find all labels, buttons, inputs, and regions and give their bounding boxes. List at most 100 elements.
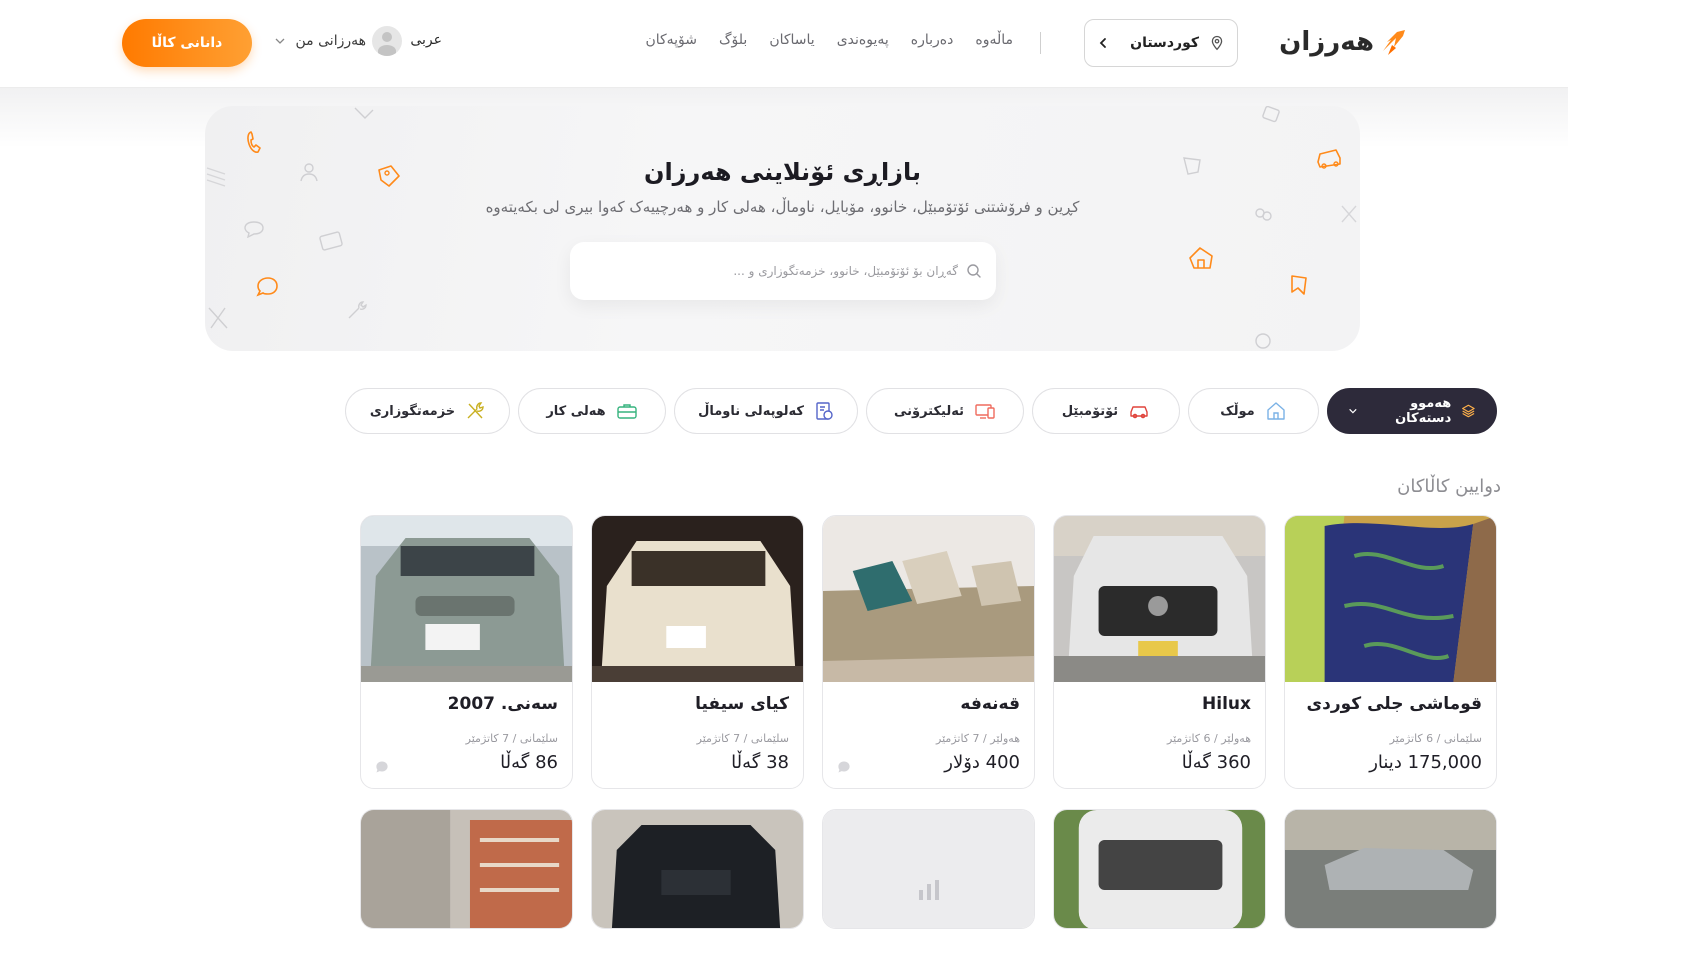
listing-card[interactable]: قوماشی جلی کوردی سلێمانی / 6 کاتژمێر 175… [1284,515,1497,789]
listing-price: 360 گەڵا [1181,752,1251,773]
listing-location: سلێمانی / 7 کاتژمێر [465,732,558,745]
briefcase-icon [617,404,637,419]
location-pin-icon [1211,35,1223,51]
category-label: موڵک [1220,403,1255,419]
listing-card[interactable]: کیای سیفیا سلێمانی / 7 کاتژمێر 38 گەڵا [591,515,804,789]
search-box [570,242,996,300]
listing-photo-building [361,810,572,928]
bookmark-doodle-icon [1291,275,1307,295]
house-doodle-icon [1189,247,1213,269]
hero-subtitle: کڕین و فرۆشتنی ئۆتۆمبێل، خانوو، مۆبایل، … [485,198,1080,216]
layers-icon [1462,404,1475,418]
listing-title: سەنی. 2007 [447,694,558,714]
avatar [372,26,402,56]
site-logo[interactable]: هەرزان [1279,26,1408,58]
nav-about[interactable]: دەربارە [911,32,954,48]
profile-menu[interactable]: هەرزانی من [274,26,402,56]
chevron-down-icon [1349,408,1357,414]
house-icon [1267,402,1285,420]
listing-photo-fabric [1285,516,1496,682]
wrench-doodle-icon [348,301,367,319]
listing-photo-kia [592,516,803,682]
listing-title: Hilux [1202,694,1251,714]
hero-title: بازاڕی ئۆنلاینی هەرزان [643,158,922,186]
listing-card[interactable]: قەنەفە هەولێر / 7 کاتژمێر 400 دۆلار [822,515,1035,789]
car-icon [1130,406,1148,419]
chat-icon [838,761,850,773]
listing-card[interactable] [1053,809,1266,929]
tools-icon [467,402,484,419]
listing-photo-sunny [361,516,572,682]
header-divider [1040,32,1041,54]
tools-doodle-icon [208,307,228,329]
main-nav: ماڵەوە دەربارە پەیوەندی یاساکان بلۆگ شۆپ… [645,32,1013,48]
category-property[interactable]: موڵک [1188,388,1319,434]
category-services[interactable]: خزمەتگوزاری [345,388,510,434]
search-icon [967,264,981,278]
clock-doodle-icon [1255,333,1271,349]
category-label: هەلی کار [546,403,606,419]
listing-title: قەنەفە [960,694,1020,714]
listing-photo-placeholder [823,810,1034,928]
phone-doodle-icon [247,131,261,153]
language-switch[interactable]: عربی [410,32,442,48]
listing-location: هەولێر / 7 کاتژمێر [936,732,1020,745]
box-doodle-icon [1262,106,1280,123]
listing-photo-car-silver [1285,810,1496,928]
nav-shops[interactable]: شۆپەکان [645,32,697,48]
category-label: ئەلیکترۆنی [893,403,965,419]
listing-location: هەولێر / 6 کاتژمێر [1167,732,1251,745]
listing-location: سلێمانی / 6 کاتژمێر [1389,732,1482,745]
category-label: هەموو دستەکان [1395,396,1452,426]
listing-title: قوماشی جلی کوردی [1306,694,1482,714]
nav-contact[interactable]: پەیوەندی [837,32,889,48]
listing-photo-heater [1054,810,1265,928]
hero-banner: بازاڕی ئۆنلاینی هەرزان کڕین و فرۆشتنی ئۆ… [205,106,1360,351]
chat-doodle-icon [244,221,264,238]
post-ad-button[interactable]: دانانی کاڵا [122,19,252,67]
briefcase-doodle-icon [319,231,343,251]
listing-photo-hilux [1054,516,1265,682]
category-jobs[interactable]: هەلی کار [518,388,666,434]
nav-home[interactable]: ماڵەوە [975,32,1013,48]
listing-card[interactable] [822,809,1035,929]
category-cars[interactable]: ئۆتۆمبێل [1032,388,1180,434]
category-home-goods[interactable]: کەلوپەلی ناوماڵ [674,388,858,434]
chevron-down-icon [275,38,284,44]
listing-price: 86 گەڵا [500,752,558,773]
listing-card[interactable]: Hilux هەولێر / 6 کاتژمێر 360 گەڵا [1053,515,1266,789]
top-header: هەرزان کوردستان ماڵەوە دەربارە پەیوەندی … [0,0,1568,88]
listing-photo-sofa [823,516,1034,682]
search-input[interactable] [584,264,958,278]
chat-icon [376,761,388,773]
leaf-doodle-icon [354,107,374,119]
profile-name: هەرزانی من [295,33,366,49]
category-label: ئۆتۆمبێل [1061,403,1119,419]
listing-price: 38 گەڵا [731,752,789,773]
listing-card[interactable] [360,809,573,929]
category-label: خزمەتگوزاری [369,403,456,419]
region-selector[interactable]: کوردستان [1084,19,1238,67]
image-placeholder-icon [919,880,939,900]
speech-bubble-doodle-icon [256,277,278,297]
chevron-left-icon [1099,38,1106,48]
listing-card[interactable] [591,809,804,929]
region-label: کوردستان [1130,35,1199,51]
logo-text: هەرزان [1279,27,1375,57]
listing-card[interactable]: سەنی. 2007 سلێمانی / 7 کاتژمێر 86 گەڵا [360,515,573,789]
logo-mark-icon [1383,30,1405,55]
nav-rules[interactable]: یاساکان [769,32,814,48]
listing-card[interactable] [1284,809,1497,929]
nav-blog[interactable]: بلۆگ [719,32,747,48]
listing-location: سلێمانی / 7 کاتژمێر [696,732,789,745]
furniture-icon [816,402,833,420]
category-electronics[interactable]: ئەلیکترۆنی [866,388,1024,434]
latest-items-heading: دوایین کاڵاکان [1397,476,1501,497]
listing-photo-jeep [592,810,803,928]
devices-icon [975,404,995,419]
listing-price: 400 دۆلار [944,752,1020,773]
category-bar: هەموو دستەکان موڵک ئۆتۆمبێل ئەلیکترۆنی ک… [345,388,1497,434]
listing-price: 175,000 دینار [1369,752,1482,773]
listing-title: کیای سیفیا [695,694,789,714]
category-all[interactable]: هەموو دستەکان [1327,388,1497,434]
